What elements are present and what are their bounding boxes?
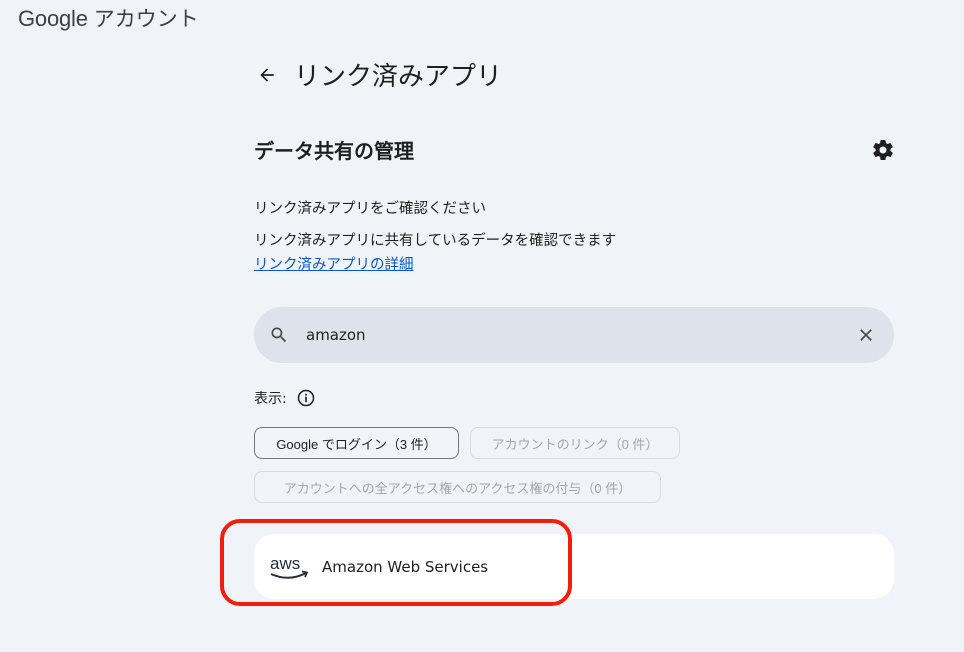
linked-apps-page: Google アカウント リンク済みアプリ データ共有の管理 リンク済みアプリを… (0, 0, 964, 652)
linked-apps-details-link[interactable]: リンク済みアプリの詳細 (254, 253, 414, 274)
search-bar (254, 307, 894, 363)
info-icon[interactable] (295, 387, 317, 409)
page-title: リンク済みアプリ (294, 62, 503, 92)
description-heading: リンク済みアプリをご確認ください (254, 201, 486, 217)
brand-account-text: アカウント (93, 7, 199, 31)
filter-chip-full-access: アカウントへの全アクセス権へのアクセス権の付与（0 件） (254, 471, 661, 503)
google-account-logo[interactable]: Google アカウント (18, 3, 199, 33)
description-text: リンク済みアプリに共有しているデータを確認できます (254, 233, 617, 249)
filter-row: 表示: (254, 387, 317, 409)
page-header: リンク済みアプリ (254, 56, 502, 93)
back-arrow-icon[interactable] (254, 62, 280, 88)
filter-label: 表示: (254, 391, 287, 407)
app-list-item[interactable]: aws Amazon Web Services (254, 534, 894, 599)
app-name: Amazon Web Services (322, 557, 489, 576)
search-input[interactable] (306, 315, 854, 355)
search-icon (267, 323, 291, 347)
brand-google-text: Google (18, 6, 88, 31)
filter-chip-account-linking: アカウントのリンク（0 件） (470, 427, 680, 459)
section-title: データ共有の管理 (254, 139, 414, 163)
close-icon[interactable] (854, 323, 878, 347)
svg-text:aws: aws (270, 554, 300, 573)
filter-chip-google-login[interactable]: Google でログイン（3 件） (254, 427, 459, 459)
aws-logo-icon: aws (270, 554, 309, 579)
gear-icon[interactable] (870, 137, 896, 163)
